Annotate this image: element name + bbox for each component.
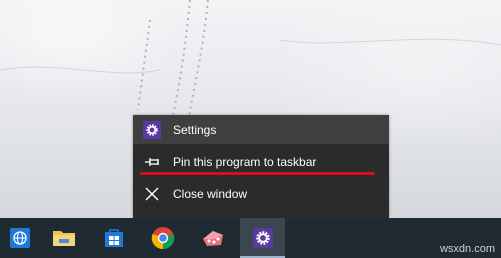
pin-icon [143, 153, 161, 171]
menu-item-close-window[interactable]: Close window [133, 179, 389, 208]
gear-icon [143, 121, 161, 139]
watermark: wsxdn.com [439, 243, 495, 255]
taskbar: wsxdn.com [0, 218, 501, 258]
network-globe-icon[interactable] [0, 218, 40, 258]
close-icon [143, 185, 161, 203]
app-icon[interactable] [193, 218, 233, 258]
jump-list-context-menu: Settings Pin this program to taskbar Clo… [133, 115, 389, 218]
settings-gear-icon[interactable] [240, 218, 285, 258]
menu-item-label: Settings [173, 123, 217, 137]
chrome-icon[interactable] [143, 218, 183, 258]
menu-item-label: Pin this program to taskbar [173, 155, 317, 169]
red-annotation-underline [140, 172, 375, 175]
menu-item-settings[interactable]: Settings [133, 115, 389, 144]
menu-item-label: Close window [173, 187, 248, 201]
file-explorer-folder-icon[interactable] [44, 218, 84, 258]
store-icon[interactable] [94, 218, 134, 258]
